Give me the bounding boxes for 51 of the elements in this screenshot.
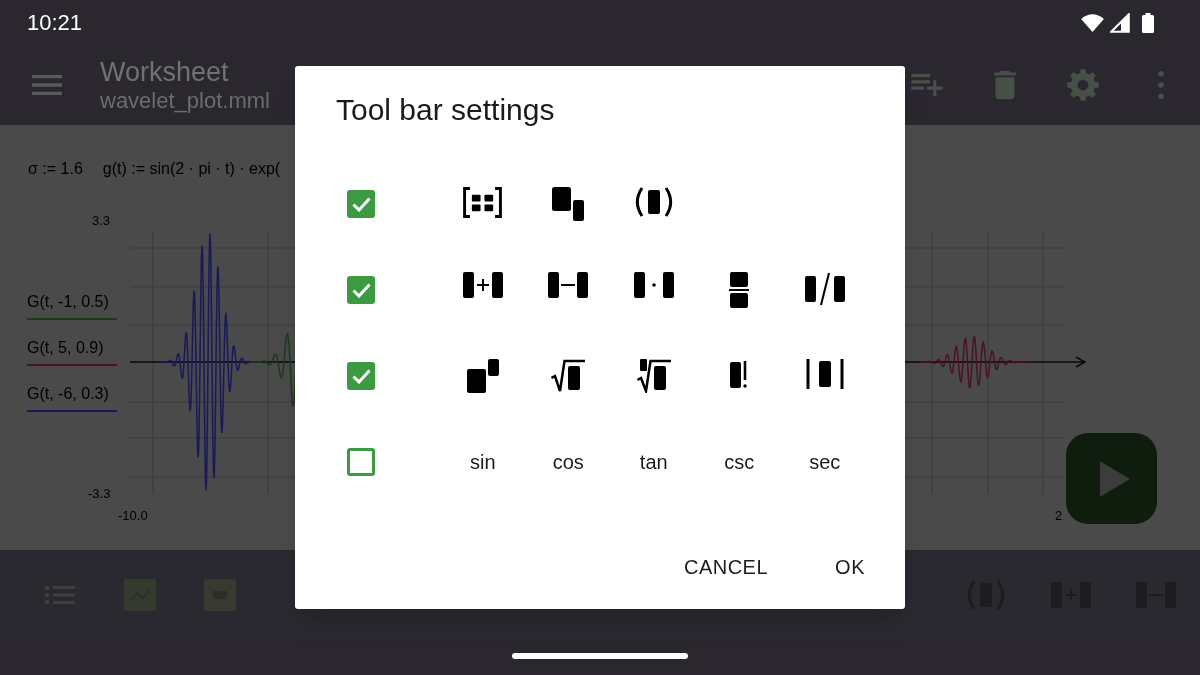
axis-label: 2 — [1055, 508, 1063, 523]
checkbox[interactable] — [347, 362, 375, 390]
axis-label: -3.3 — [88, 486, 111, 501]
checkbox[interactable] — [347, 190, 375, 218]
function-label: csc — [724, 450, 755, 474]
matrix-icon — [463, 187, 503, 218]
play-button[interactable] — [1066, 433, 1157, 524]
function-label: sin — [469, 450, 496, 474]
play-icon — [1099, 460, 1130, 497]
axis-label: 3.3 — [92, 213, 111, 228]
plus-icon — [462, 272, 503, 298]
battery-icon — [1142, 12, 1154, 33]
dialog-title: Tool bar settings — [336, 92, 555, 128]
file-name: wavelet_plot.mml — [100, 88, 270, 114]
function-label: tan — [639, 450, 668, 474]
superscript-icon — [466, 359, 499, 393]
multiply-dot-icon — [633, 272, 674, 298]
ok-button[interactable]: OK — [819, 543, 881, 591]
legend-label: G(t, -6, 0.3) — [27, 384, 109, 404]
settings-icon[interactable] — [1067, 69, 1099, 101]
menu-icon[interactable] — [32, 75, 62, 95]
trash-icon[interactable] — [994, 70, 1016, 100]
more-options-icon[interactable] — [1158, 71, 1164, 99]
home-indicator[interactable] — [512, 653, 688, 659]
playlist-add-icon[interactable] — [911, 74, 943, 96]
subscript-icon — [552, 187, 585, 221]
function-label: sec — [809, 450, 841, 474]
function-label: cos — [552, 450, 584, 474]
parentheses-icon — [634, 187, 673, 217]
signal-icon — [1110, 12, 1130, 33]
checkbox[interactable] — [347, 276, 375, 304]
factorial-icon — [730, 359, 749, 389]
axis-label: -10.0 — [118, 508, 148, 523]
cancel-button[interactable]: CANCEL — [667, 543, 785, 591]
check-icon — [351, 196, 371, 212]
check-icon — [351, 368, 371, 384]
legend-label: G(t, -1, 0.5) — [27, 292, 109, 312]
check-icon — [351, 282, 371, 298]
legend-label: G(t, 5, 0.9) — [27, 338, 104, 358]
wifi-icon — [1081, 13, 1104, 32]
division-slash-icon — [804, 272, 845, 306]
clock-time: 10:21 — [27, 9, 83, 36]
app-title: Worksheet — [100, 56, 230, 88]
formula-text: σ := 1.6 — [28, 159, 83, 179]
square-root-icon — [551, 359, 586, 393]
nth-root-icon — [636, 359, 671, 393]
formula-text: g(t) := sin(2 · pi · t) · exp( — [102, 159, 281, 179]
minus-icon — [548, 272, 589, 298]
checkbox[interactable] — [347, 448, 375, 476]
absolute-value-icon — [805, 359, 844, 389]
fraction-icon — [729, 272, 750, 308]
